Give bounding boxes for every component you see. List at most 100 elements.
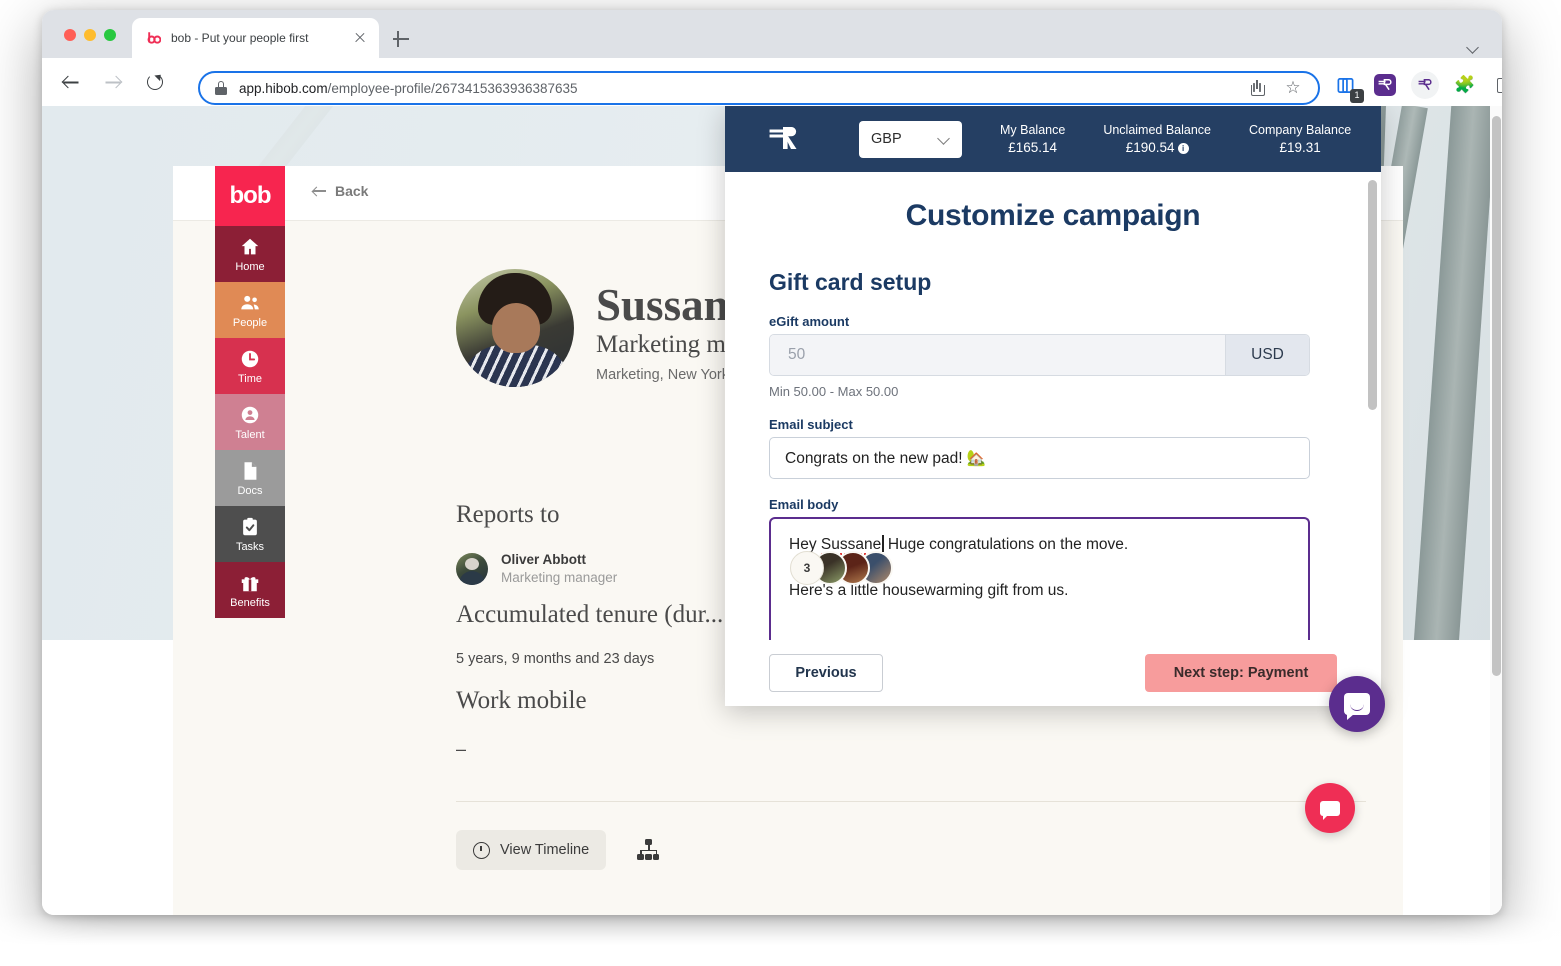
egift-amount-currency: USD xyxy=(1225,335,1309,375)
runa-body: Customize campaign Gift card setup eGift… xyxy=(725,172,1381,706)
new-tab-button[interactable] xyxy=(390,28,412,50)
close-tab-icon[interactable] xyxy=(351,29,369,47)
sidebar-item-talent[interactable]: Talent xyxy=(215,394,285,450)
tab-search-chevron-icon[interactable] xyxy=(1468,42,1480,54)
page-scrollbar-thumb[interactable] xyxy=(1492,116,1501,676)
manager-role: Marketing manager xyxy=(501,570,618,586)
tab-title: bob - Put your people first xyxy=(171,31,309,45)
text-caret xyxy=(882,535,884,552)
work-mobile-value: – xyxy=(456,739,467,759)
sidebar-item-docs[interactable]: Docs xyxy=(215,450,285,506)
bob-logo-text: bob xyxy=(229,182,272,209)
star-icon[interactable]: ☆ xyxy=(1284,79,1302,97)
section-divider xyxy=(456,801,1366,802)
my-balance-label: My Balance xyxy=(1000,123,1066,137)
person-badge-icon xyxy=(241,406,259,423)
egift-amount-input[interactable]: 50 xyxy=(770,335,1225,375)
manager-avatar xyxy=(456,553,488,586)
timeline-icon xyxy=(473,841,490,859)
sidebar-item-benefits[interactable]: Benefits xyxy=(215,562,285,618)
egift-amount-label: eGift amount xyxy=(769,314,850,329)
company-balance: Company Balance £19.31 xyxy=(1249,122,1351,156)
back-arrow-icon xyxy=(63,75,79,90)
unclaimed-balance-value: £190.54 xyxy=(1125,140,1175,155)
puzzle-extensions-icon[interactable]: 🧩 xyxy=(1450,70,1480,100)
back-link[interactable]: Back xyxy=(313,183,368,199)
tab-strip: bob - Put your people first xyxy=(42,10,1502,58)
back-button[interactable] xyxy=(54,65,88,99)
intercom-launcher[interactable] xyxy=(1329,676,1385,732)
next-step-payment-button[interactable]: Next step: Payment xyxy=(1145,654,1337,692)
modal-scrollbar-thumb[interactable] xyxy=(1368,180,1377,410)
sidebar-item-label: Tasks xyxy=(235,540,265,553)
currency-select[interactable]: GBP xyxy=(859,120,962,158)
share-icon[interactable] xyxy=(1248,79,1266,97)
runa-extension-active-icon[interactable] xyxy=(1410,70,1440,100)
reading-list-icon[interactable]: 1 xyxy=(1330,70,1364,103)
modal-scrollbar[interactable] xyxy=(1368,180,1377,698)
close-window-button[interactable] xyxy=(64,29,76,41)
org-chart-icon[interactable] xyxy=(637,839,659,861)
sidebar-nav: bob Home People Time Talent Docs Tasks B… xyxy=(215,166,285,618)
browser-tab[interactable]: bob - Put your people first xyxy=(132,18,379,58)
egift-amount-hint: Min 50.00 - Max 50.00 xyxy=(769,384,899,399)
my-balance: My Balance £165.14 xyxy=(1000,122,1065,156)
intercom-chat-icon xyxy=(1344,693,1370,720)
runa-header: GBP My Balance £165.14 Unclaimed Balance… xyxy=(725,106,1381,172)
currency-value: GBP xyxy=(871,131,902,147)
previous-button[interactable]: Previous xyxy=(769,654,883,692)
email-subject-label: Email subject xyxy=(769,417,853,432)
clock-icon xyxy=(241,350,259,367)
forward-button[interactable] xyxy=(96,65,130,99)
email-body-line: Hey Sussane xyxy=(789,535,884,555)
maximize-window-button[interactable] xyxy=(104,29,116,41)
sidebar-item-label: Talent xyxy=(235,428,265,441)
sidebar-item-label: Benefits xyxy=(230,596,270,609)
email-body-textarea[interactable]: Hey Sussane Huge congratulations on the … xyxy=(769,517,1310,659)
direct-reports-count: 3 xyxy=(790,551,824,585)
email-body-label: Email body xyxy=(769,497,839,512)
bob-favicon-icon xyxy=(145,30,162,46)
address-bar[interactable]: app.hibob.com/employee-profile/267341536… xyxy=(198,71,1320,105)
sidebar-item-tasks[interactable]: Tasks xyxy=(215,506,285,562)
runa-logo-icon xyxy=(769,124,803,154)
reports-to-heading: Reports to xyxy=(456,501,560,528)
manager-name: Oliver Abbott xyxy=(501,552,587,567)
sidebar-item-time[interactable]: Time xyxy=(215,338,285,394)
sidebar-item-people[interactable]: People xyxy=(215,282,285,338)
bob-logo[interactable]: bob xyxy=(215,166,285,226)
sidebar-item-label: People xyxy=(232,316,268,329)
tenure-heading: Accumulated tenure (dur... xyxy=(456,601,724,628)
email-subject-input[interactable]: Congrats on the new pad! 🏡 xyxy=(769,437,1310,479)
manager-row[interactable]: Oliver Abbott Marketing manager xyxy=(456,551,617,587)
lock-icon xyxy=(215,81,227,95)
tenure-value: 5 years, 9 months and 23 days xyxy=(456,651,655,667)
gift-icon xyxy=(241,576,259,591)
side-panel-icon[interactable] xyxy=(1490,70,1502,100)
page-scrollbar[interactable] xyxy=(1490,106,1502,915)
sidebar-item-label: Time xyxy=(237,372,263,385)
chat-bubble-icon xyxy=(1320,800,1340,820)
runa-extension-icon[interactable] xyxy=(1370,70,1400,100)
minimize-window-button[interactable] xyxy=(84,29,96,41)
page-viewport: Back bob Home People Time Talent Docs Ta… xyxy=(42,106,1502,915)
my-balance-value: £165.14 xyxy=(1008,140,1058,155)
unclaimed-balance-label: Unclaimed Balance xyxy=(1103,123,1212,137)
runa-footer: Previous Next step: Payment xyxy=(725,640,1381,706)
direct-reports-avatars[interactable]: 3 xyxy=(790,551,893,585)
forward-arrow-icon xyxy=(105,75,121,90)
egift-amount-field[interactable]: 50 USD xyxy=(769,334,1310,376)
view-timeline-button[interactable]: View Timeline xyxy=(456,830,607,870)
unclaimed-balance: Unclaimed Balance £190.54 i xyxy=(1103,122,1211,156)
desktop-fade xyxy=(0,914,1561,966)
sidebar-item-label: Home xyxy=(235,260,265,273)
employee-avatar xyxy=(456,269,574,387)
info-icon[interactable]: i xyxy=(1177,143,1189,154)
document-icon xyxy=(244,461,257,480)
company-balance-value: £19.31 xyxy=(1279,140,1321,155)
sidebar-item-home[interactable]: Home xyxy=(215,226,285,282)
company-balance-label: Company Balance xyxy=(1249,123,1352,137)
reload-button[interactable] xyxy=(138,65,172,99)
bob-chat-launcher[interactable] xyxy=(1305,783,1355,833)
window-traffic-lights xyxy=(64,29,116,41)
